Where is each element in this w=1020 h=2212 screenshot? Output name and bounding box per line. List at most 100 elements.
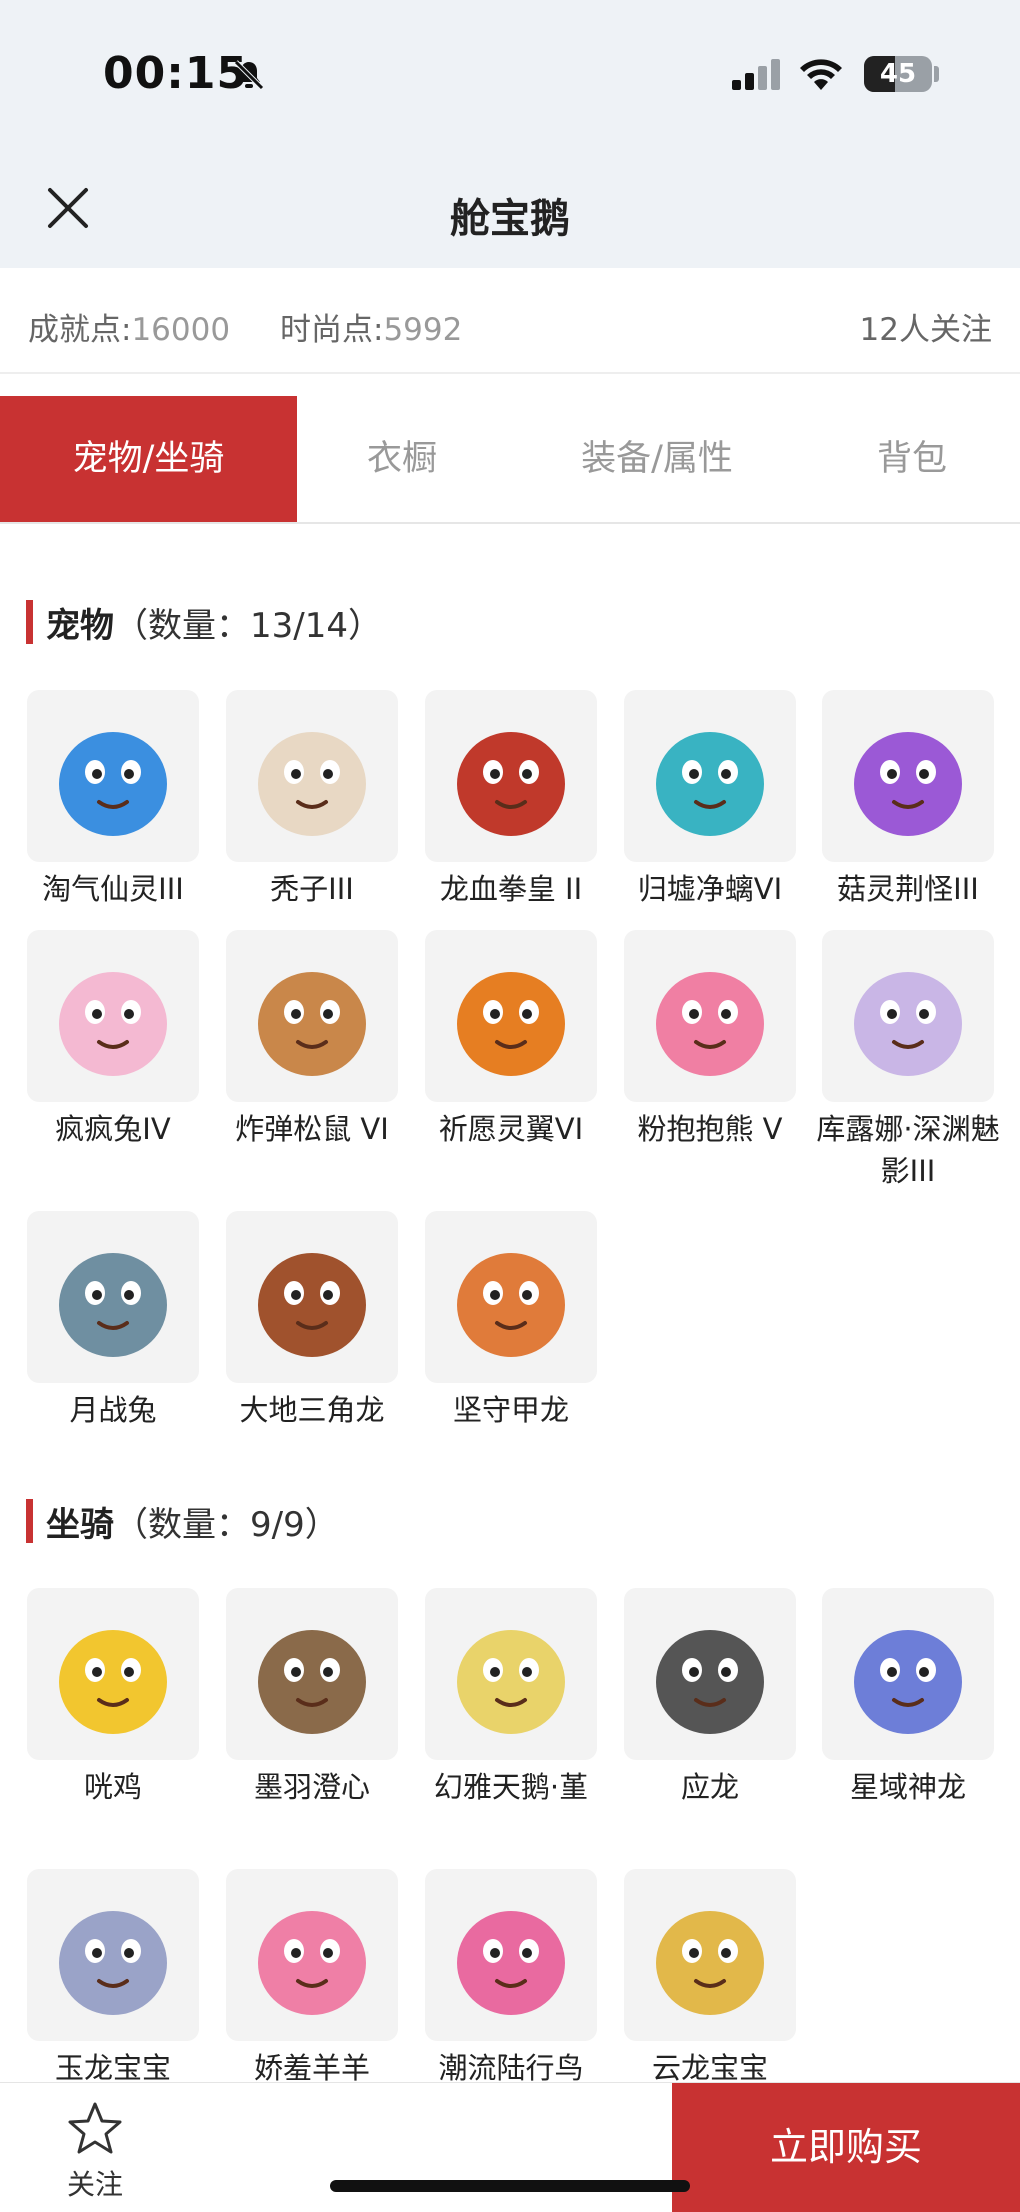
tab-backpack[interactable]: 背包 (822, 396, 1002, 522)
creature-icon (457, 972, 565, 1076)
pets-thumbnail (624, 930, 796, 1102)
creature-icon (258, 1911, 366, 2015)
silent-bell-icon (234, 60, 264, 90)
tab-equipment[interactable]: 装备/属性 (537, 396, 777, 522)
pets-thumbnail (27, 930, 199, 1102)
tab-wardrobe[interactable]: 衣橱 (297, 396, 507, 522)
mounts-label: 应龙 (680, 1770, 739, 1804)
pets-label: 菇灵荆怪III (837, 872, 979, 906)
pets-item[interactable]: 大地三角龙 (226, 1211, 398, 1431)
nav-bar: 舱宝鹅 (0, 150, 1020, 268)
pets-item[interactable]: 粉抱抱熊 V (624, 930, 796, 1150)
mounts-item[interactable]: 墨羽澄心 (226, 1588, 398, 1808)
mounts-thumbnail (425, 1588, 597, 1760)
section-accent-bar (26, 600, 33, 644)
pets-thumbnail (822, 930, 994, 1102)
creature-icon (59, 972, 167, 1076)
mounts-thumbnail (425, 1869, 597, 2041)
pets-item[interactable]: 月战兔 (27, 1211, 199, 1431)
pets-item[interactable]: 炸弹松鼠 VI (226, 930, 398, 1150)
fashion-value: 5992 (383, 312, 463, 348)
mounts-item[interactable]: 玉龙宝宝 (27, 1869, 199, 2089)
pets-section-title: 宠物（数量：13/14） (26, 598, 382, 647)
creature-icon (457, 732, 565, 836)
mounts-thumbnail (624, 1588, 796, 1760)
pets-item[interactable]: 归墟净螭VI (624, 690, 796, 910)
mounts-item[interactable]: 咣鸡 (27, 1588, 199, 1808)
pets-thumbnail (27, 690, 199, 862)
creature-icon (258, 732, 366, 836)
pets-item[interactable]: 祈愿灵翼VI (425, 930, 597, 1150)
mounts-item[interactable]: 幻雅天鹅·堇 (425, 1588, 597, 1808)
creature-icon (457, 1253, 565, 1357)
pets-thumbnail (425, 930, 597, 1102)
mounts-thumbnail (822, 1588, 994, 1760)
follow-button[interactable]: 关注 (40, 2101, 150, 2201)
creature-icon (258, 972, 366, 1076)
battery-percent: 45 (879, 59, 917, 89)
pets-label: 秃子III (270, 872, 354, 906)
mounts-item[interactable]: 云龙宝宝 (624, 1869, 796, 2089)
mounts-thumbnail (624, 1869, 796, 2041)
wifi-icon (800, 59, 842, 90)
pets-thumbnail (425, 690, 597, 862)
pets-label: 粉抱抱熊 V (637, 1112, 783, 1146)
pets-label: 龙血拳皇 II (439, 872, 583, 906)
mounts-thumbnail (226, 1869, 398, 2041)
section-accent-bar (26, 1499, 33, 1543)
star-icon (68, 2102, 122, 2154)
mounts-title: 坐骑 (46, 1505, 114, 1545)
battery-icon: 45 (864, 56, 932, 92)
pets-item[interactable]: 秃子III (226, 690, 398, 910)
divider (0, 372, 1020, 374)
buy-now-button[interactable]: 立即购买 (672, 2083, 1020, 2212)
battery-tip (934, 66, 939, 82)
pets-label: 归墟净螭VI (637, 872, 783, 906)
mounts-label: 幻雅天鹅·堇 (433, 1770, 589, 1804)
pets-item[interactable]: 龙血拳皇 II (425, 690, 597, 910)
creature-icon (59, 1630, 167, 1734)
achievement-value: 16000 (131, 312, 231, 348)
mounts-count: （数量：9/9） (114, 1505, 339, 1545)
mounts-section-title: 坐骑（数量：9/9） (26, 1497, 339, 1546)
mounts-item[interactable]: 星域神龙 (822, 1588, 994, 1808)
status-bar: 00:15 45 (0, 0, 1020, 150)
pets-label: 淘气仙灵III (42, 872, 184, 906)
pets-thumbnail (27, 1211, 199, 1383)
mounts-thumbnail (27, 1588, 199, 1760)
pets-label: 祈愿灵翼VI (438, 1112, 584, 1146)
pets-item[interactable]: 库露娜·深渊魅影III (816, 930, 1000, 1192)
creature-icon (258, 1630, 366, 1734)
follower-count: 12人关注 (859, 312, 992, 348)
achievement-label: 成就点: (28, 312, 132, 348)
creature-icon (258, 1253, 366, 1357)
mounts-thumbnail (27, 1869, 199, 2041)
page-title: 舱宝鹅 (450, 196, 570, 242)
pets-label: 炸弹松鼠 VI (235, 1112, 389, 1146)
mounts-item[interactable]: 娇羞羊羊 (226, 1869, 398, 2089)
creature-icon (854, 972, 962, 1076)
creature-icon (656, 972, 764, 1076)
mounts-label: 星域神龙 (849, 1770, 966, 1804)
pets-thumbnail (226, 1211, 398, 1383)
pets-item[interactable]: 菇灵荆怪III (822, 690, 994, 910)
pets-thumbnail (226, 930, 398, 1102)
home-indicator (330, 2180, 690, 2192)
tab-pets-mounts[interactable]: 宠物/坐骑 (0, 396, 297, 522)
creature-icon (59, 732, 167, 836)
pets-label: 大地三角龙 (239, 1393, 385, 1427)
mounts-label: 墨羽澄心 (253, 1770, 370, 1804)
pets-count: （数量：13/14） (114, 606, 382, 646)
listing-header: 成就点:16000 时尚点:5992 12人关注 (0, 268, 1020, 372)
mounts-item[interactable]: 潮流陆行鸟 (425, 1869, 597, 2089)
pets-label: 坚守甲龙 (452, 1393, 569, 1427)
pets-item[interactable]: 疯疯兔IV (27, 930, 199, 1150)
follow-label: 关注 (66, 2168, 123, 2201)
pets-item[interactable]: 淘气仙灵III (27, 690, 199, 910)
status-time: 00:15 (103, 48, 249, 99)
pets-label: 疯疯兔IV (55, 1112, 171, 1146)
creature-icon (59, 1253, 167, 1357)
mounts-item[interactable]: 应龙 (624, 1588, 796, 1808)
pets-item[interactable]: 坚守甲龙 (425, 1211, 597, 1431)
creature-icon (59, 1911, 167, 2015)
